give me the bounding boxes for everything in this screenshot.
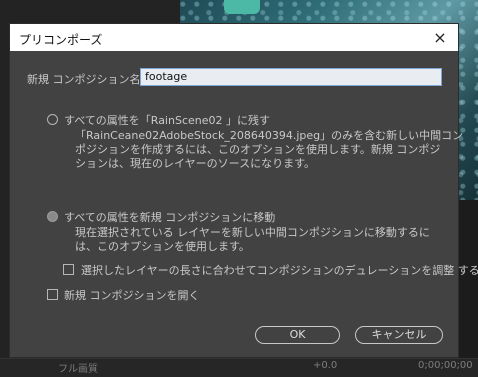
leave-attributes-radio[interactable] [47,114,58,125]
resolution-dropdown[interactable]: フル画質 [58,360,98,375]
move-attributes-desc-2: は、このオプションを使用します。 [75,240,250,253]
ok-button[interactable]: OK [255,326,340,344]
close-icon[interactable]: × [430,28,450,48]
timecode: 0;00;00;00 [418,360,473,371]
move-attributes-radio[interactable] [47,211,58,222]
dialog-titlebar: プリコンポーズ × [10,24,458,51]
open-comp-label[interactable]: 新規 コンポジションを開く [64,287,200,303]
adjust-duration-checkbox[interactable] [63,264,74,275]
composition-name-input[interactable]: footage [140,68,442,86]
composition-name-label: 新規 コンポジション名： [27,73,152,86]
precompose-dialog: プリコンポーズ × 新規 コンポジション名： footage すべての属性を「R… [9,23,478,358]
dialog-title: プリコンポーズ [19,33,103,47]
leave-attributes-label[interactable]: すべての属性を「RainScene02 」に残す [64,112,270,128]
preview-sign-element [224,0,260,14]
adjust-duration-label[interactable]: 選択したレイヤーの長さに合わせてコンポジションのデュレーションを調整 する [81,262,478,278]
cancel-button[interactable]: キャンセル [355,326,443,344]
exposure-value[interactable]: +0.0 [313,360,337,371]
move-attributes-label[interactable]: すべての属性を新規 コンポジションに移動 [64,209,275,225]
open-comp-checkbox[interactable] [47,289,58,300]
leave-attributes-desc-3: ションは、現在のレイヤーのソースになります。 [75,157,316,170]
